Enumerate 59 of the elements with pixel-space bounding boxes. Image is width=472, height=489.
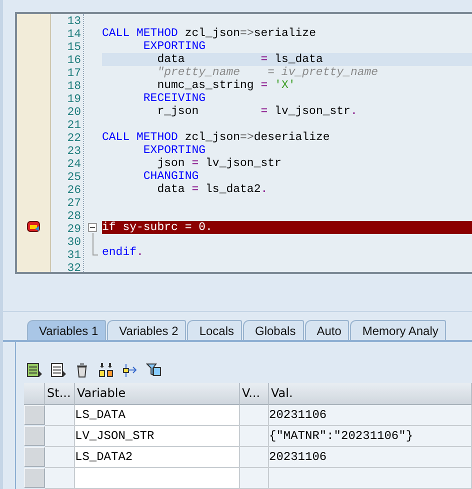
line-number: 16 — [67, 54, 81, 67]
line-number: 24 — [67, 158, 81, 171]
line-number: 27 — [67, 197, 81, 210]
tab[interactable]: Auto — [304, 320, 350, 340]
code-line: CHANGING — [142, 170, 199, 183]
code-line: endif. — [102, 246, 144, 260]
column-header[interactable]: V... — [240, 383, 269, 405]
trash-icon[interactable] — [74, 362, 90, 378]
column-header[interactable]: St... — [45, 383, 75, 405]
line-number: 20 — [67, 106, 81, 119]
code-line: if sy-subrc = 0. — [102, 220, 212, 234]
code-line: r_json = lv_json_str. — [156, 105, 358, 118]
merge-icon[interactable] — [98, 362, 114, 378]
tab[interactable]: Variables 1 — [27, 320, 106, 340]
code-line: CALL METHOD zcl_json=>serialize — [102, 27, 316, 40]
code-line: EXPORTING — [142, 144, 206, 157]
line-number: 19 — [67, 93, 81, 106]
line-number: 18 — [67, 80, 81, 93]
code-line: CALL METHOD zcl_json=>deserialize — [102, 130, 330, 144]
line-number: 30 — [67, 236, 81, 249]
header-corner — [24, 383, 45, 405]
filter-icon[interactable] — [146, 362, 162, 378]
column-header[interactable]: Val. — [269, 383, 472, 405]
table-cell: LS_DATA2 — [75, 447, 240, 468]
line-number: 22 — [67, 132, 81, 145]
code-line: EXPORTING — [142, 40, 206, 54]
line-number: 25 — [67, 171, 81, 184]
table-cell: LV_JSON_STR — [75, 426, 240, 447]
line-number: 21 — [67, 119, 81, 132]
line-number: 29 — [67, 223, 81, 236]
column-header[interactable]: Variable — [75, 383, 240, 405]
line-number: 17 — [67, 67, 81, 80]
table-cell: {"MATNR":"20231106"} — [269, 426, 472, 447]
code-line: RECEIVING — [142, 92, 206, 106]
document-icon[interactable] — [50, 362, 66, 378]
line-number: 28 — [67, 210, 81, 223]
line-number: 32 — [67, 262, 81, 272]
line-number: 15 — [67, 41, 81, 54]
tab[interactable]: Memory Analy — [350, 320, 446, 340]
line-number: 23 — [67, 145, 81, 158]
code-line: "pretty_name = iv_pretty_name — [156, 66, 378, 80]
code-line: numc_as_string = 'X' — [156, 79, 296, 92]
code-editor[interactable] — [15, 12, 472, 274]
tab[interactable]: Globals — [243, 320, 304, 340]
line-number: 14 — [67, 28, 81, 41]
line-number: 13 — [67, 15, 81, 28]
tab[interactable]: Locals — [187, 320, 242, 340]
line-number: 26 — [67, 184, 81, 197]
code-line: data = ls_data2. — [156, 182, 268, 196]
code-line: json = lv_json_str — [156, 156, 282, 170]
code-line: data = ls_data — [156, 53, 323, 66]
tab[interactable]: Variables 2 — [107, 320, 186, 340]
collapse-icon[interactable] — [88, 222, 97, 232]
table-cell: 20231106 — [269, 447, 472, 468]
table-cell: LS_DATA — [75, 405, 240, 426]
tree-arrow-icon[interactable] — [122, 362, 138, 378]
line-number: 31 — [67, 249, 81, 262]
table-cell: 20231106 — [269, 405, 472, 426]
table-icon[interactable] — [26, 362, 42, 378]
